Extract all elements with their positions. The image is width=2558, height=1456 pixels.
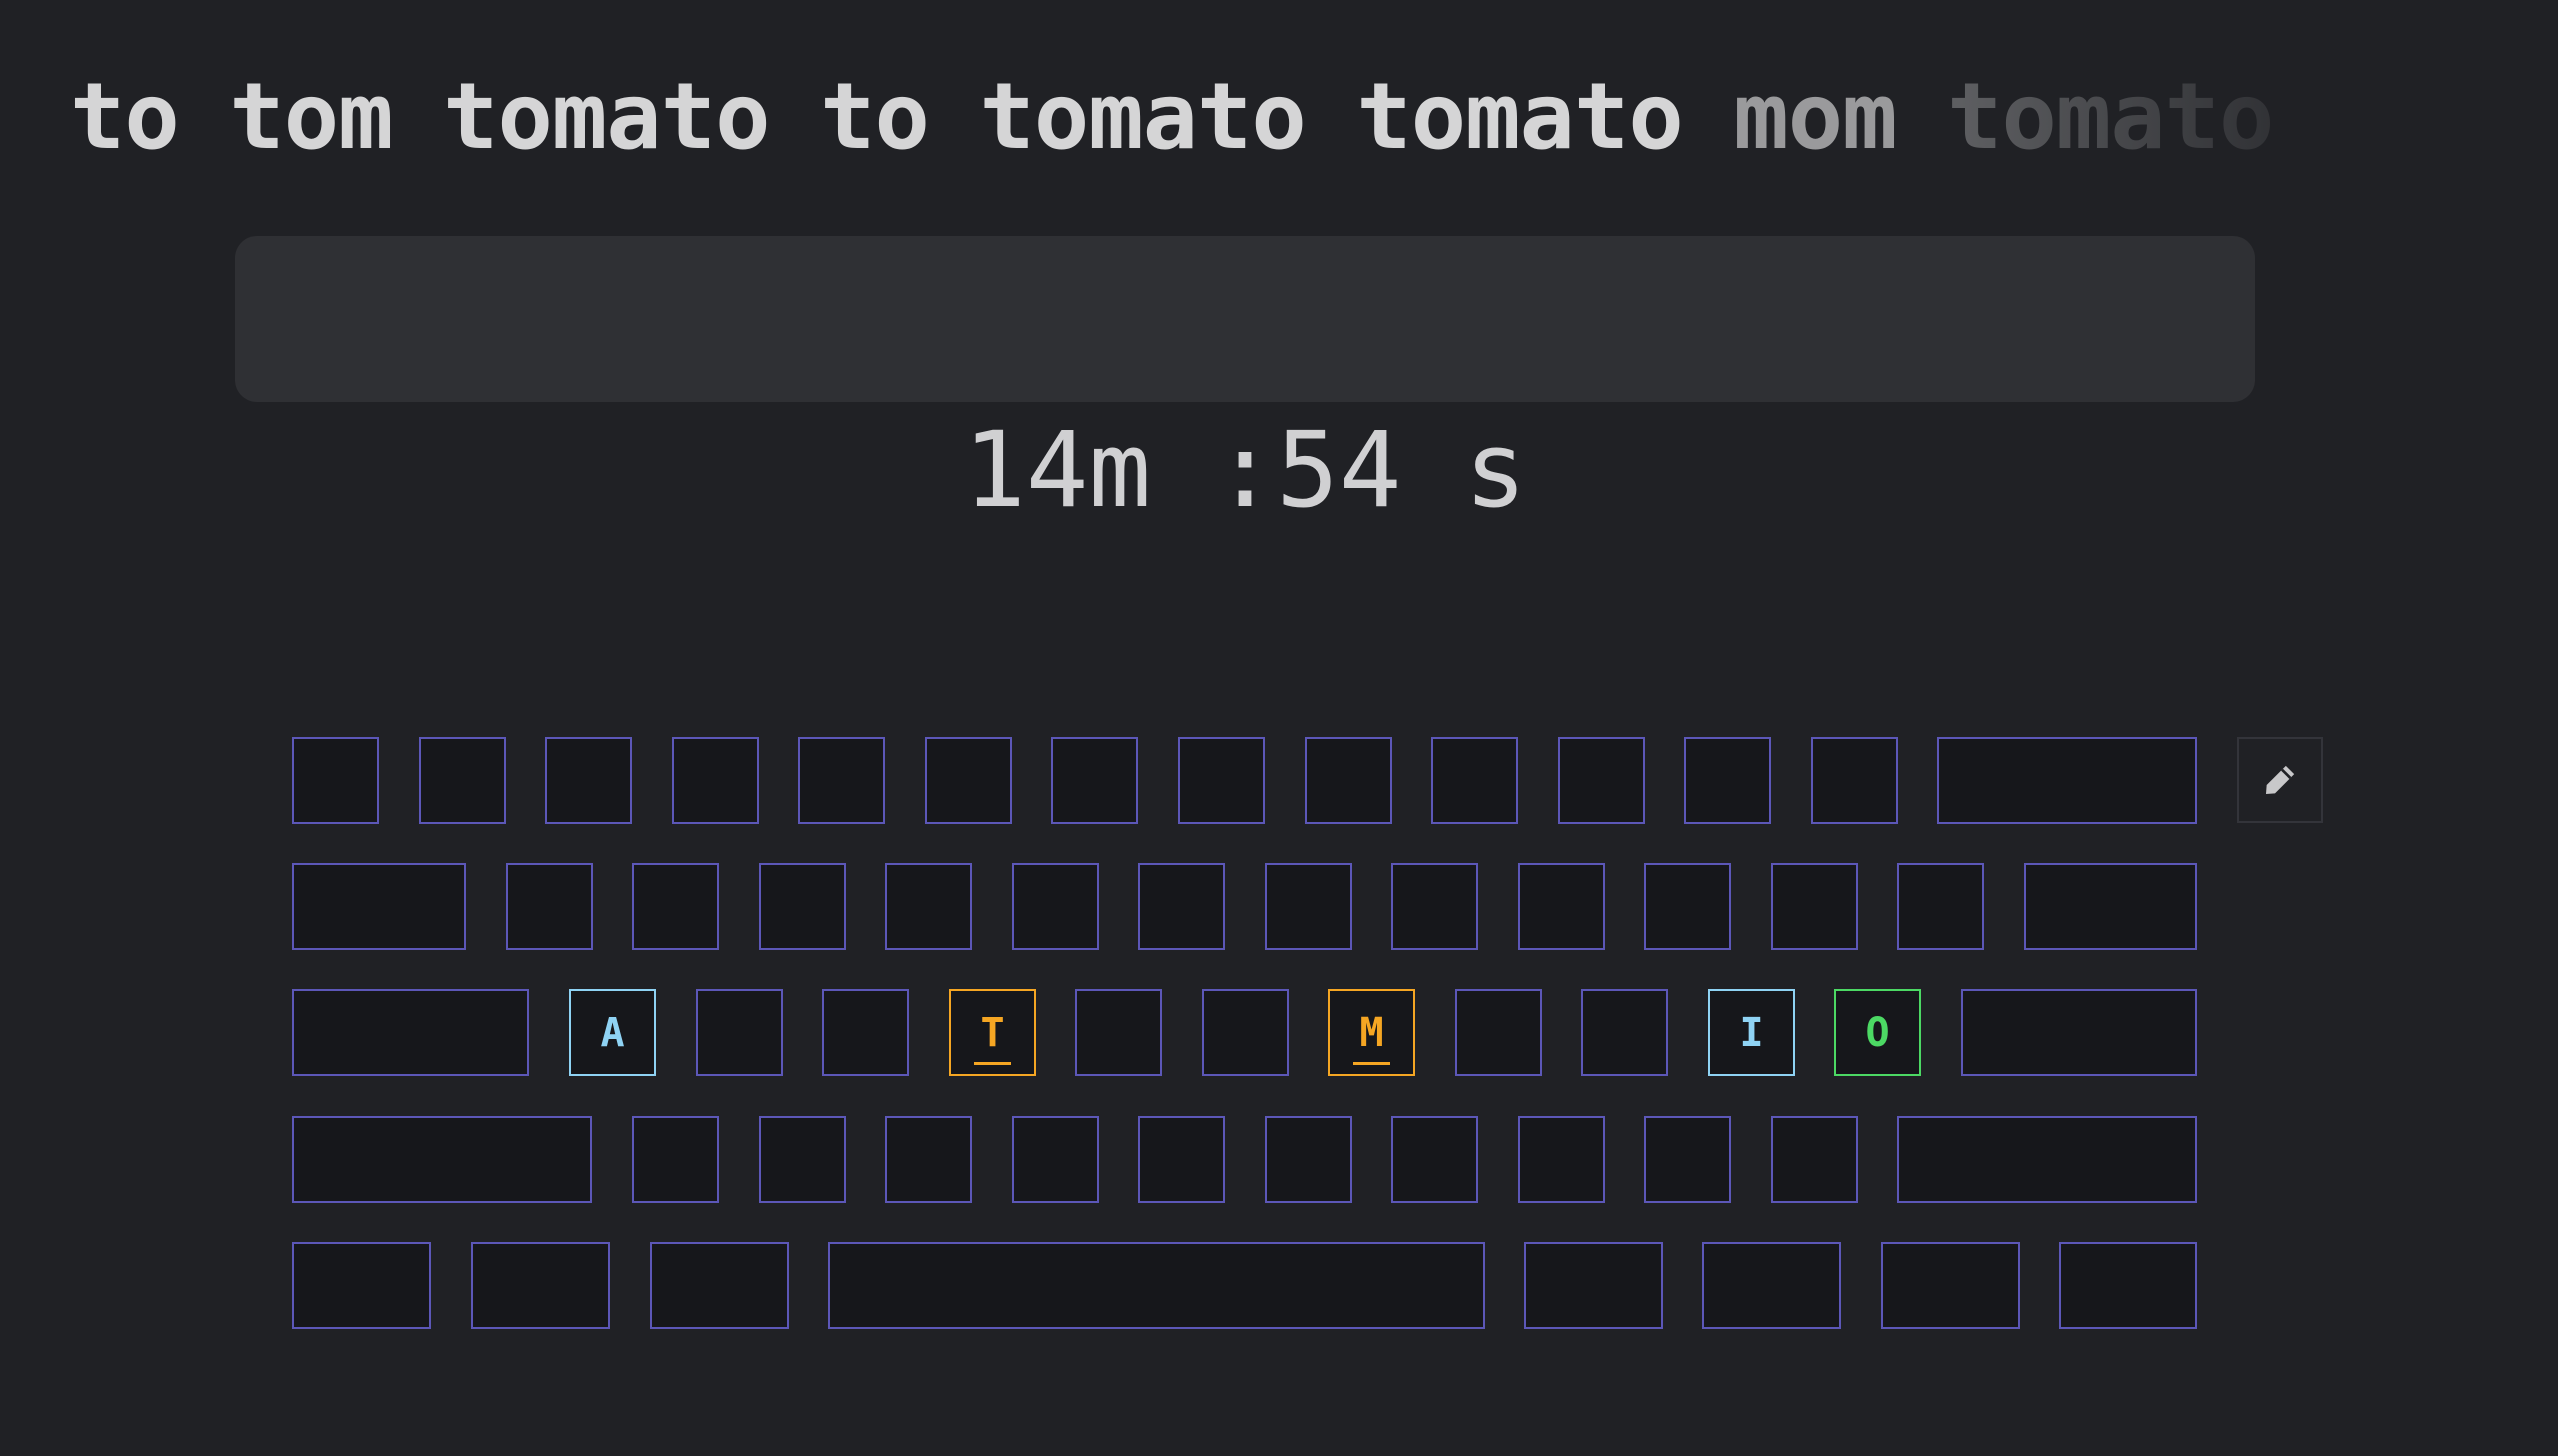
key-label: I [1739,1009,1764,1056]
key [1771,863,1858,950]
key-i: I [1708,989,1795,1076]
key [1524,1242,1663,1329]
key [1644,863,1731,950]
word: tomato [1356,63,1683,170]
key [1558,737,1645,824]
key [1811,737,1898,824]
timer: 14m :54 s [963,409,1527,531]
key [1051,737,1138,824]
pencil-icon [2266,765,2295,794]
key [822,989,909,1076]
key [1702,1242,1841,1329]
key-a: A [569,989,656,1076]
key [292,863,466,950]
key [1518,1116,1605,1203]
word: tom [229,63,393,170]
key-t: T [949,989,1036,1076]
key-m: M [1328,989,1415,1076]
key [506,863,593,950]
key [292,1116,592,1203]
key [759,863,846,950]
key [1684,737,1771,824]
key [1644,1116,1731,1203]
key [1265,1116,1352,1203]
key [2024,863,2197,950]
key [1431,737,1518,824]
key [650,1242,789,1329]
typing-input[interactable] [235,236,2255,402]
key [759,1116,846,1203]
key [1265,863,1352,950]
word: to [70,63,180,170]
key [2059,1242,2197,1329]
key [292,737,379,824]
key [1881,1242,2020,1329]
key [292,1242,431,1329]
word: tomato [1947,63,2274,170]
key [1305,737,1392,824]
key [419,737,506,824]
key [1178,737,1265,824]
key [1391,863,1478,950]
key [1012,863,1099,950]
key [798,737,885,824]
key [471,1242,610,1329]
key [632,1116,719,1203]
word: tomato [979,63,1306,170]
key [545,737,632,824]
key [1391,1116,1478,1203]
word: to [820,63,930,170]
key [292,989,529,1076]
key [1202,989,1289,1076]
key [828,1242,1485,1329]
key [1581,989,1668,1076]
key [632,863,719,950]
key [1138,1116,1225,1203]
key [925,737,1012,824]
key [885,863,972,950]
key [1937,737,2197,824]
key [1455,989,1542,1076]
key-o: O [1834,989,1921,1076]
key-label: M [1353,1009,1390,1065]
word-stream: to tom tomato to tomato tomato mom tomato [70,52,2450,182]
key [672,737,759,824]
key [885,1116,972,1203]
key [1012,1116,1099,1203]
key-label: A [600,1009,625,1056]
key [1771,1116,1858,1203]
key [1897,863,1984,950]
key-label: T [974,1009,1011,1065]
word: mom [1733,63,1897,170]
key [1138,863,1225,950]
word: tomato [443,63,770,170]
key [696,989,783,1076]
key [1897,1116,2197,1203]
key [1075,989,1162,1076]
key [1961,989,2197,1076]
key-label: O [1865,1009,1890,1056]
key [1518,863,1605,950]
edit-keyboard-button[interactable] [2237,737,2323,823]
